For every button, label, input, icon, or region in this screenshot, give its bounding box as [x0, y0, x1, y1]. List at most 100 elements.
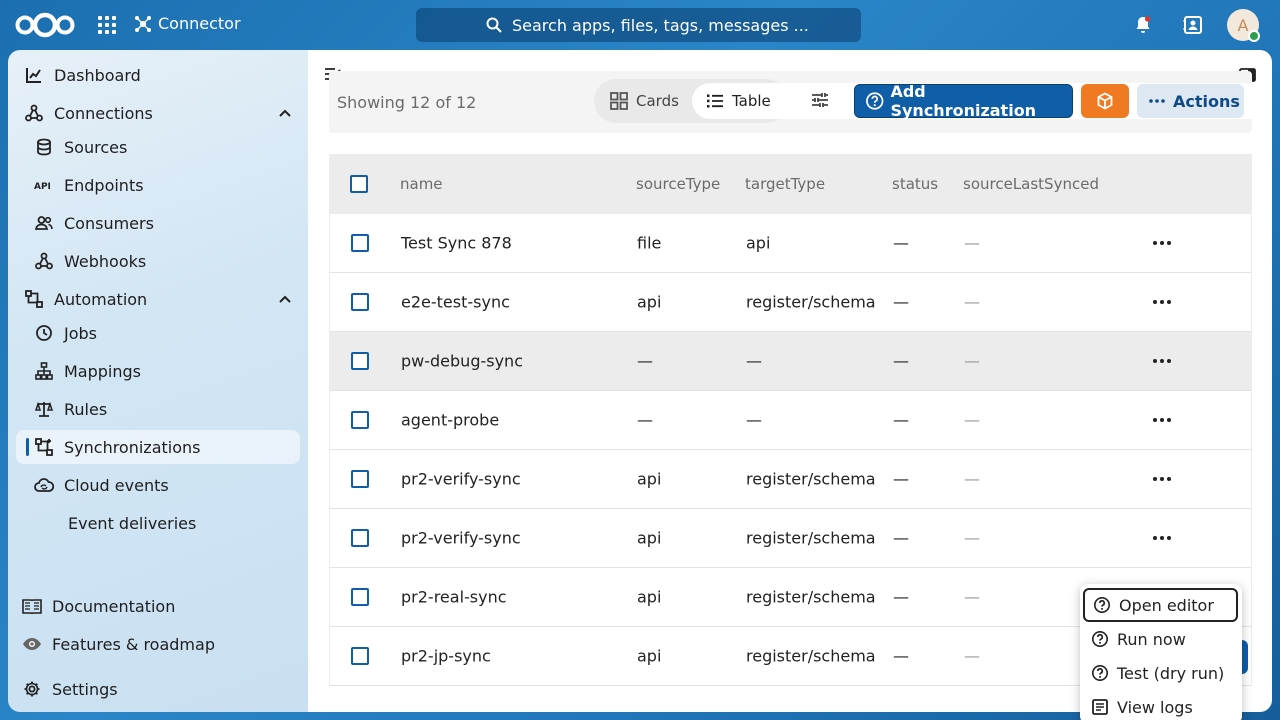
- cell-name: pw-debug-sync: [401, 351, 523, 371]
- notifications-icon[interactable]: [1132, 14, 1154, 36]
- table-row[interactable]: pw-debug-sync — — — —: [329, 332, 1252, 391]
- sidebar-item-consumers[interactable]: Consumers: [16, 206, 300, 240]
- sidebar-item-label: Endpoints: [64, 175, 144, 195]
- sidebar-item-label: Mappings: [64, 361, 141, 381]
- automation-icon: [24, 289, 44, 309]
- menu-item-run-now[interactable]: Run now: [1083, 622, 1238, 656]
- chevron-up-icon[interactable]: [278, 292, 292, 306]
- sidebar-item-mappings[interactable]: Mappings: [16, 354, 300, 388]
- avatar-initial: A: [1237, 15, 1249, 35]
- app-navigation: Dashboard Connections Sources API Endpoi…: [8, 50, 308, 712]
- row-checkbox[interactable]: [351, 234, 369, 252]
- sidebar-item-jobs[interactable]: Jobs: [16, 316, 300, 350]
- sidebar-item-features-roadmap[interactable]: Features & roadmap: [16, 627, 300, 661]
- column-header-sourcetype[interactable]: sourceType: [636, 175, 720, 193]
- cell-status: —: [893, 351, 909, 371]
- table-row[interactable]: agent-probe — — — —: [329, 391, 1252, 450]
- sidebar-item-automation[interactable]: Automation: [16, 282, 300, 316]
- sidebar-item-dashboard[interactable]: Dashboard: [16, 58, 300, 92]
- sidebar-item-cloud-events[interactable]: Cloud events: [16, 468, 300, 502]
- select-all-checkbox[interactable]: [350, 175, 368, 193]
- sidebar-item-synchronizations[interactable]: Synchronizations: [16, 430, 300, 464]
- row-checkbox[interactable]: [351, 411, 369, 429]
- unified-search[interactable]: Search apps, files, tags, messages ...: [416, 8, 861, 42]
- sidebar-item-connections[interactable]: Connections: [16, 96, 300, 130]
- cell-name: e2e-test-sync: [401, 292, 510, 312]
- table-row[interactable]: pr2-verify-sync api register/schema — —: [329, 509, 1252, 568]
- cell-name: pr2-real-sync: [401, 587, 507, 607]
- cell-name: pr2-verify-sync: [401, 469, 521, 489]
- sidebar-item-label: Dashboard: [54, 65, 141, 85]
- table-row[interactable]: pr2-verify-sync api register/schema — —: [329, 450, 1252, 509]
- nextcloud-logo[interactable]: [14, 12, 76, 38]
- row-checkbox[interactable]: [351, 470, 369, 488]
- sidebar-item-endpoints[interactable]: API Endpoints: [16, 168, 300, 202]
- sidebar-item-webhooks[interactable]: Webhooks: [16, 244, 300, 278]
- row-checkbox[interactable]: [351, 293, 369, 311]
- search-icon: [486, 17, 502, 33]
- row-actions-icon[interactable]: [1153, 536, 1171, 540]
- cell-sourcetype: api: [637, 469, 662, 489]
- sidebar-item-label: Features & roadmap: [52, 634, 215, 654]
- sync-icon: [34, 437, 54, 457]
- view-cards-label: Cards: [636, 92, 679, 110]
- column-header-targettype[interactable]: targetType: [745, 175, 825, 193]
- menu-item-test-dry-run[interactable]: Test (dry run): [1083, 656, 1238, 690]
- row-actions-menu: Open editor Run now Test (dry run) View …: [1080, 584, 1242, 720]
- row-actions-icon[interactable]: [1153, 241, 1171, 245]
- cell-sourcetype: api: [637, 587, 662, 607]
- text-box-icon: [1092, 699, 1108, 715]
- connections-icon: [24, 103, 44, 123]
- cell-sourcelastsynced: —: [964, 233, 980, 253]
- row-checkbox[interactable]: [351, 588, 369, 606]
- cell-targettype: api: [746, 233, 771, 253]
- cell-targettype: register/schema: [746, 292, 876, 312]
- chevron-up-icon[interactable]: [278, 106, 292, 120]
- sidebar-item-event-deliveries[interactable]: Event deliveries: [16, 506, 300, 540]
- cell-sourcelastsynced: —: [964, 646, 980, 666]
- row-actions-icon[interactable]: [1153, 477, 1171, 481]
- cell-sourcetype: —: [637, 351, 653, 371]
- actions-label: Actions: [1173, 91, 1240, 111]
- cell-sourcelastsynced: —: [964, 528, 980, 548]
- cell-sourcetype: api: [637, 528, 662, 548]
- actions-button[interactable]: Actions: [1137, 84, 1244, 118]
- column-header-name[interactable]: name: [400, 175, 443, 193]
- menu-item-view-logs[interactable]: View logs: [1083, 690, 1238, 720]
- menu-item-open-editor[interactable]: Open editor: [1083, 588, 1238, 622]
- row-actions-icon[interactable]: [1153, 300, 1171, 304]
- sidebar-item-sources[interactable]: Sources: [16, 130, 300, 164]
- sidebar-item-settings[interactable]: Settings: [16, 672, 300, 706]
- tune-icon[interactable]: [811, 91, 829, 109]
- column-header-sourcelastsynced[interactable]: sourceLastSynced: [963, 175, 1099, 193]
- table-row[interactable]: e2e-test-sync api register/schema — —: [329, 273, 1252, 332]
- cell-status: —: [893, 410, 909, 430]
- contacts-icon[interactable]: [1182, 14, 1204, 36]
- sidebar-item-label: Automation: [54, 289, 148, 309]
- row-checkbox[interactable]: [351, 352, 369, 370]
- row-actions-icon[interactable]: [1153, 359, 1171, 363]
- column-header-status[interactable]: status: [892, 175, 938, 193]
- app-menu-icon[interactable]: [98, 16, 116, 34]
- row-checkbox[interactable]: [351, 647, 369, 665]
- sidebar-item-rules[interactable]: Rules: [16, 392, 300, 426]
- user-avatar[interactable]: A: [1227, 9, 1260, 42]
- add-synchronization-button[interactable]: Add Synchronization: [854, 82, 1073, 120]
- row-actions-icon[interactable]: [1153, 418, 1171, 422]
- sidebar-item-label: Synchronizations: [64, 437, 201, 457]
- sidebar-item-documentation[interactable]: Documentation: [16, 589, 300, 623]
- view-cards-button[interactable]: Cards: [596, 83, 693, 119]
- row-checkbox[interactable]: [351, 529, 369, 547]
- book-icon: [22, 596, 42, 616]
- results-count: Showing 12 of 12: [337, 93, 477, 112]
- view-table-label: Table: [732, 92, 771, 110]
- cell-sourcetype: —: [637, 410, 653, 430]
- cell-sourcelastsynced: —: [964, 469, 980, 489]
- sitemap-icon: [34, 361, 54, 381]
- current-app[interactable]: Connector: [134, 14, 241, 33]
- table-row[interactable]: Test Sync 878 file api — —: [329, 214, 1252, 273]
- cell-targettype: register/schema: [746, 587, 876, 607]
- online-status-icon: [1248, 30, 1260, 42]
- cube-button[interactable]: [1081, 84, 1129, 118]
- grid-icon: [610, 92, 628, 110]
